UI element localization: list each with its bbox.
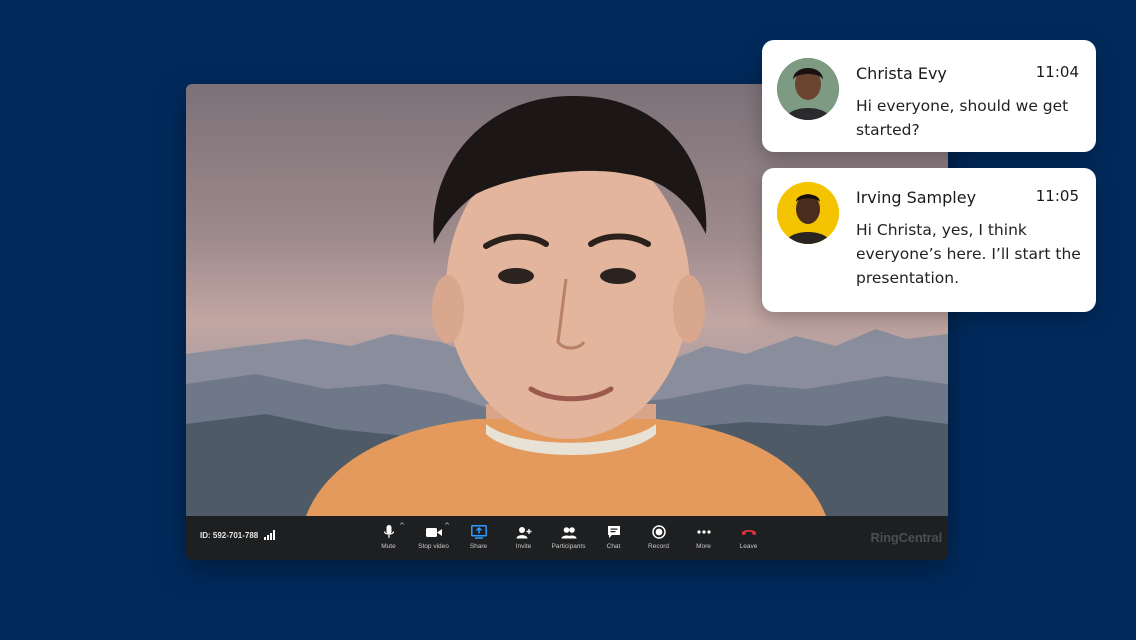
participants-icon xyxy=(561,525,577,539)
share-label: Share xyxy=(469,543,488,550)
participants-label: Participants xyxy=(551,543,586,550)
leave-phone-icon xyxy=(741,525,757,539)
chat-message-card: Irving Sampley 11:05 Hi Christa, yes, I … xyxy=(762,168,1096,312)
participants-button[interactable]: Participants xyxy=(546,516,591,560)
brand-logo: RingCentral xyxy=(870,530,943,545)
mute-options-chevron-icon[interactable]: ^ xyxy=(399,522,405,530)
share-button[interactable]: Share xyxy=(456,516,501,560)
chat-message-card: Christa Evy 11:04 Hi everyone, should we… xyxy=(762,40,1096,152)
message-time: 11:04 xyxy=(1035,63,1079,81)
record-icon xyxy=(651,525,667,539)
invite-button[interactable]: Invite xyxy=(501,516,546,560)
meeting-id-label: ID: 592-701-788 xyxy=(200,530,259,540)
share-screen-icon xyxy=(470,525,487,539)
mute-button[interactable]: ^ Mute xyxy=(366,516,411,560)
video-camera-icon xyxy=(425,525,442,539)
sender-name: Christa Evy xyxy=(856,64,947,83)
chat-label: Chat xyxy=(606,543,621,550)
more-icon xyxy=(696,525,712,539)
more-label: More xyxy=(696,543,711,550)
signal-strength-icon xyxy=(264,530,276,540)
sender-name: Irving Sampley xyxy=(856,188,977,207)
video-window: ID: 592-701-788 ^ Mute ^ Stop video Shar… xyxy=(186,84,948,560)
stop-video-button[interactable]: ^ Stop video xyxy=(411,516,456,560)
message-text: Hi everyone, should we get started? xyxy=(856,97,1069,139)
video-options-chevron-icon[interactable]: ^ xyxy=(444,522,450,530)
more-button[interactable]: More xyxy=(681,516,726,560)
invite-label: Invite xyxy=(515,543,532,550)
leave-button[interactable]: Leave xyxy=(726,516,771,560)
invite-icon xyxy=(516,525,532,539)
stop-video-label: Stop video xyxy=(418,543,449,550)
chat-icon xyxy=(606,525,622,539)
meeting-id: ID: 592-701-788 xyxy=(200,530,276,540)
leave-label: Leave xyxy=(739,543,758,550)
message-text: Hi Christa, yes, I think everyone’s here… xyxy=(856,221,1081,287)
chat-button[interactable]: Chat xyxy=(591,516,636,560)
avatar xyxy=(777,58,839,120)
record-button[interactable]: Record xyxy=(636,516,681,560)
toolbar-buttons: ^ Mute ^ Stop video Share Invite Partici… xyxy=(366,516,771,560)
record-label: Record xyxy=(648,543,669,550)
avatar xyxy=(777,182,839,244)
message-time: 11:05 xyxy=(1035,187,1079,205)
mute-label: Mute xyxy=(381,543,396,550)
meeting-toolbar: ID: 592-701-788 ^ Mute ^ Stop video Shar… xyxy=(186,516,948,560)
microphone-icon xyxy=(381,525,397,539)
